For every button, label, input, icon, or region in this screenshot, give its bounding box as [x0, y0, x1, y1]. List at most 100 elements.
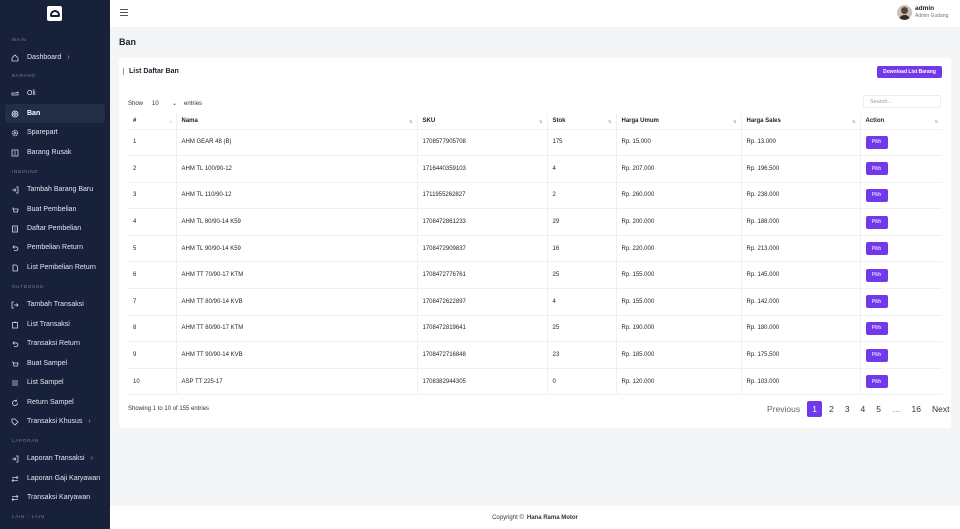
pilih-button[interactable]: Pilih [865, 215, 888, 229]
table-cell: 5 [128, 235, 177, 263]
sidebar-item-label: Transaksi Return [27, 340, 81, 347]
pilih-button[interactable]: Pilih [865, 135, 888, 149]
sidebar-item-laporan-gaji-karyawan[interactable]: Laporan Gaji Karyawan [5, 469, 105, 488]
download-list-button[interactable]: Download List Barang [877, 66, 942, 78]
sidebar-item-tambah-transaksi[interactable]: Tambah Transaksi [5, 295, 105, 314]
sidebar-item-transaksi-khusus[interactable]: Transaksi Khusus › [5, 412, 105, 431]
table-cell: 25 [547, 261, 617, 290]
topbar: admin Admin Gudang [110, 0, 960, 27]
table-cell: 1708472776761 [417, 261, 548, 290]
sidebar-item-ban[interactable]: Ban [5, 104, 105, 123]
page-button[interactable]: 16 [908, 401, 925, 417]
previous-page-button[interactable]: Previous [763, 401, 804, 417]
entries-length-control: Show 10 ⌄ entries [128, 98, 202, 109]
search-input[interactable] [863, 95, 941, 108]
page-button[interactable]: 4 [857, 401, 870, 417]
pilih-button[interactable]: Pilih [865, 188, 888, 202]
sidebar-item-list-transaksi[interactable]: List Transaksi [5, 315, 105, 334]
sidebar: MAIN Dashboard › BARANG Oli Ban Sparepar… [0, 0, 110, 529]
app-logo[interactable] [47, 6, 62, 21]
swap-icon [11, 475, 19, 483]
table-cell: AHM TT 80/90-17 KTM [176, 315, 418, 343]
logout-arrow-icon [11, 301, 19, 309]
menu-toggle-icon[interactable] [120, 9, 128, 16]
table-cell: Rp. 155.000 [616, 261, 742, 290]
user-name[interactable]: admin [915, 5, 934, 12]
sidebar-item-list-sampel[interactable]: List Sampel [5, 373, 105, 392]
table-cell: 9 [128, 341, 177, 369]
undo-icon [11, 244, 19, 252]
sidebar-item-return-sampel[interactable]: Return Sampel [5, 393, 105, 412]
pilih-button[interactable]: Pilih [865, 375, 888, 389]
column-header-label: Harga Sales [746, 118, 781, 125]
pilih-button[interactable]: Pilih [865, 348, 888, 362]
page-button[interactable]: 2 [825, 401, 838, 417]
table-cell: Rp. 185.000 [616, 341, 742, 369]
pilih-button[interactable]: Pilih [865, 321, 888, 335]
column-header[interactable]: Harga Sales ⇅ [741, 114, 861, 130]
sidebar-item-label: Transaksi Karyawan [27, 494, 91, 501]
sidebar-item-label: Return Sampel [27, 399, 74, 406]
page-button[interactable]: 3 [841, 401, 854, 417]
sidebar-item-sparepart[interactable]: Sparepart [5, 123, 105, 142]
sidebar-item-laporan-transaksi[interactable]: Laporan Transaksi › [5, 449, 105, 468]
table-cell: 8 [128, 315, 177, 343]
sidebar-item-buat-sampel[interactable]: Buat Sampel [5, 354, 105, 373]
sort-icon: ⇅ [409, 119, 413, 124]
entries-select-value: 10 [152, 100, 159, 107]
table-cell: 1711955262827 [417, 182, 548, 210]
table-cell: 6 [128, 261, 177, 290]
table-cell: Rp. 145.000 [741, 261, 861, 290]
sidebar-item-pembelian-return[interactable]: Pembelian Return [5, 238, 105, 257]
action-cell: Pilih [860, 341, 942, 369]
swap-icon [11, 494, 19, 502]
chevron-down-icon: ⌄ [171, 101, 178, 107]
sidebar-item-list-pembelian-return[interactable]: List Pembelian Return [5, 258, 105, 277]
sidebar-item-oli[interactable]: Oli [5, 84, 105, 103]
table-cell: Rp. 120.000 [616, 368, 742, 396]
table-row: 3 AHM TL 110/90-12 1711955262827 2 Rp. 260.0… [128, 182, 942, 210]
page-number-list: 1 2 3 4 5 … 16 [807, 401, 928, 417]
sidebar-item-transaksi-karyawan[interactable]: Transaksi Karyawan [5, 488, 105, 507]
pagination-ellipsis: … [892, 404, 901, 414]
column-header[interactable]: Stok ⇅ [547, 114, 617, 130]
column-header[interactable]: Nama ⇅ [176, 114, 418, 130]
avatar[interactable] [897, 5, 912, 20]
refresh-icon [11, 399, 19, 407]
section-lain: LAIN - LAIN [12, 514, 45, 519]
sidebar-item-label: Transaksi Khusus [27, 418, 83, 425]
page-button[interactable]: 5 [872, 401, 885, 417]
pilih-button[interactable]: Pilih [865, 295, 888, 309]
column-header[interactable]: Harga Umum ⇅ [616, 114, 742, 130]
sidebar-item-barang-rusak[interactable]: Barang Rusak [5, 143, 105, 162]
section-main: MAIN [12, 37, 27, 42]
table-row: 10 ASP TT 225-17 1708382944305 0 Rp. 120.000… [128, 368, 942, 396]
cart-icon [11, 206, 19, 214]
sidebar-item-daftar-pembelian[interactable]: Daftar Pembelian [5, 219, 105, 238]
next-page-button[interactable]: Next [928, 401, 953, 417]
table-row: 1 AHM GEAR 48 (B) 1708577905708 175 Rp. 15.0… [128, 129, 942, 157]
table-cell: Rp. 200.000 [616, 208, 742, 236]
cart-icon [11, 360, 19, 368]
column-header[interactable]: SKU ⇅ [417, 114, 548, 130]
action-cell: Pilih [860, 155, 942, 183]
sidebar-item-transaksi-return[interactable]: Transaksi Return [5, 334, 105, 353]
pilih-button[interactable]: Pilih [865, 162, 888, 176]
column-header-label: SKU [422, 118, 436, 125]
sidebar-item-dashboard[interactable]: Dashboard › [5, 48, 105, 67]
column-header[interactable]: # ▿ [128, 114, 177, 130]
pilih-button[interactable]: Pilih [865, 242, 888, 256]
pilih-button[interactable]: Pilih [865, 268, 888, 282]
entries-select[interactable]: 10 ⌄ [152, 98, 177, 109]
table-cell: Rp. 196.500 [741, 155, 861, 183]
sidebar-item-buat-pembelian[interactable]: Buat Pembelian [5, 200, 105, 219]
table-cell: Rp. 238.000 [741, 182, 861, 210]
sidebar-item-tambah-barang-baru[interactable]: Tambah Barang Baru [5, 180, 105, 199]
column-header-label: Action [865, 118, 885, 125]
column-header-label: Harga Umum [621, 118, 659, 125]
action-cell: Pilih [860, 315, 942, 343]
column-header[interactable]: Action ⇅ [860, 114, 942, 130]
home-icon [11, 53, 19, 62]
table-cell: Rp. 213.000 [741, 235, 861, 263]
page-button[interactable]: 1 [807, 401, 823, 417]
